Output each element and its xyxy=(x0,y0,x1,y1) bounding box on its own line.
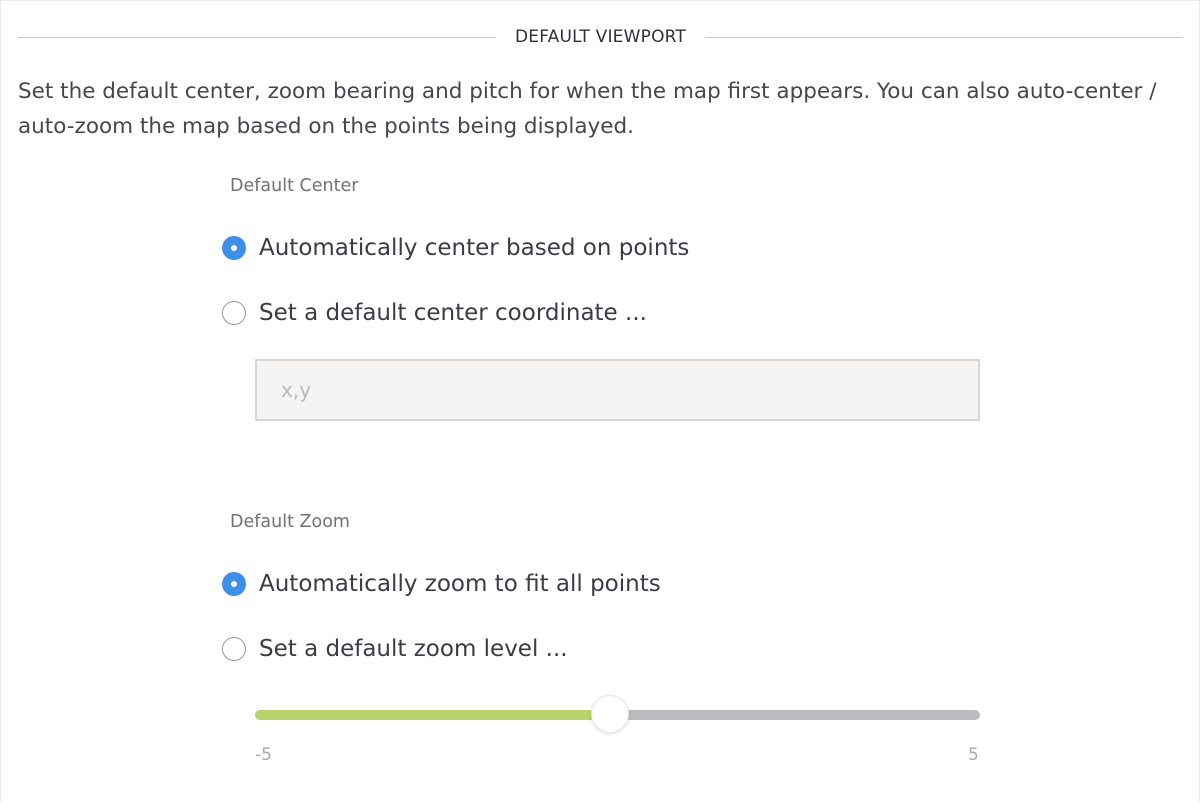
radio-auto-center[interactable]: Automatically center based on points xyxy=(222,233,689,263)
section-description: Set the default center, zoom bearing and… xyxy=(18,79,1157,139)
radio-auto-zoom-label: Automatically zoom to fit all points xyxy=(259,571,661,597)
radio-auto-center-label: Automatically center based on points xyxy=(259,235,690,261)
radio-set-center[interactable]: Set a default center coordinate ... xyxy=(222,298,647,328)
radio-auto-zoom[interactable]: Automatically zoom to fit all points xyxy=(222,569,661,599)
radio-unchecked-icon[interactable] xyxy=(222,637,246,661)
section-header: DEFAULT VIEWPORT xyxy=(18,22,1183,52)
slider-thumb[interactable] xyxy=(591,695,629,733)
radio-checked-icon[interactable] xyxy=(222,236,246,260)
radio-set-center-label: Set a default center coordinate ... xyxy=(259,300,647,326)
section-title: DEFAULT VIEWPORT xyxy=(514,27,687,47)
slider-min-label: -5 xyxy=(255,745,272,765)
radio-checked-icon[interactable] xyxy=(222,572,246,596)
default-center-label: Default Center xyxy=(230,176,359,196)
center-coordinate-input[interactable] xyxy=(255,359,980,421)
header-rule-left xyxy=(18,36,496,38)
slider-max-label: 5 xyxy=(968,745,979,765)
zoom-level-slider[interactable] xyxy=(255,695,980,735)
slider-fill xyxy=(255,710,610,720)
radio-set-zoom[interactable]: Set a default zoom level ... xyxy=(222,634,568,664)
default-zoom-label: Default Zoom xyxy=(230,512,350,532)
header-rule-right xyxy=(705,36,1183,38)
radio-set-zoom-label: Set a default zoom level ... xyxy=(259,636,568,662)
radio-unchecked-icon[interactable] xyxy=(222,301,246,325)
